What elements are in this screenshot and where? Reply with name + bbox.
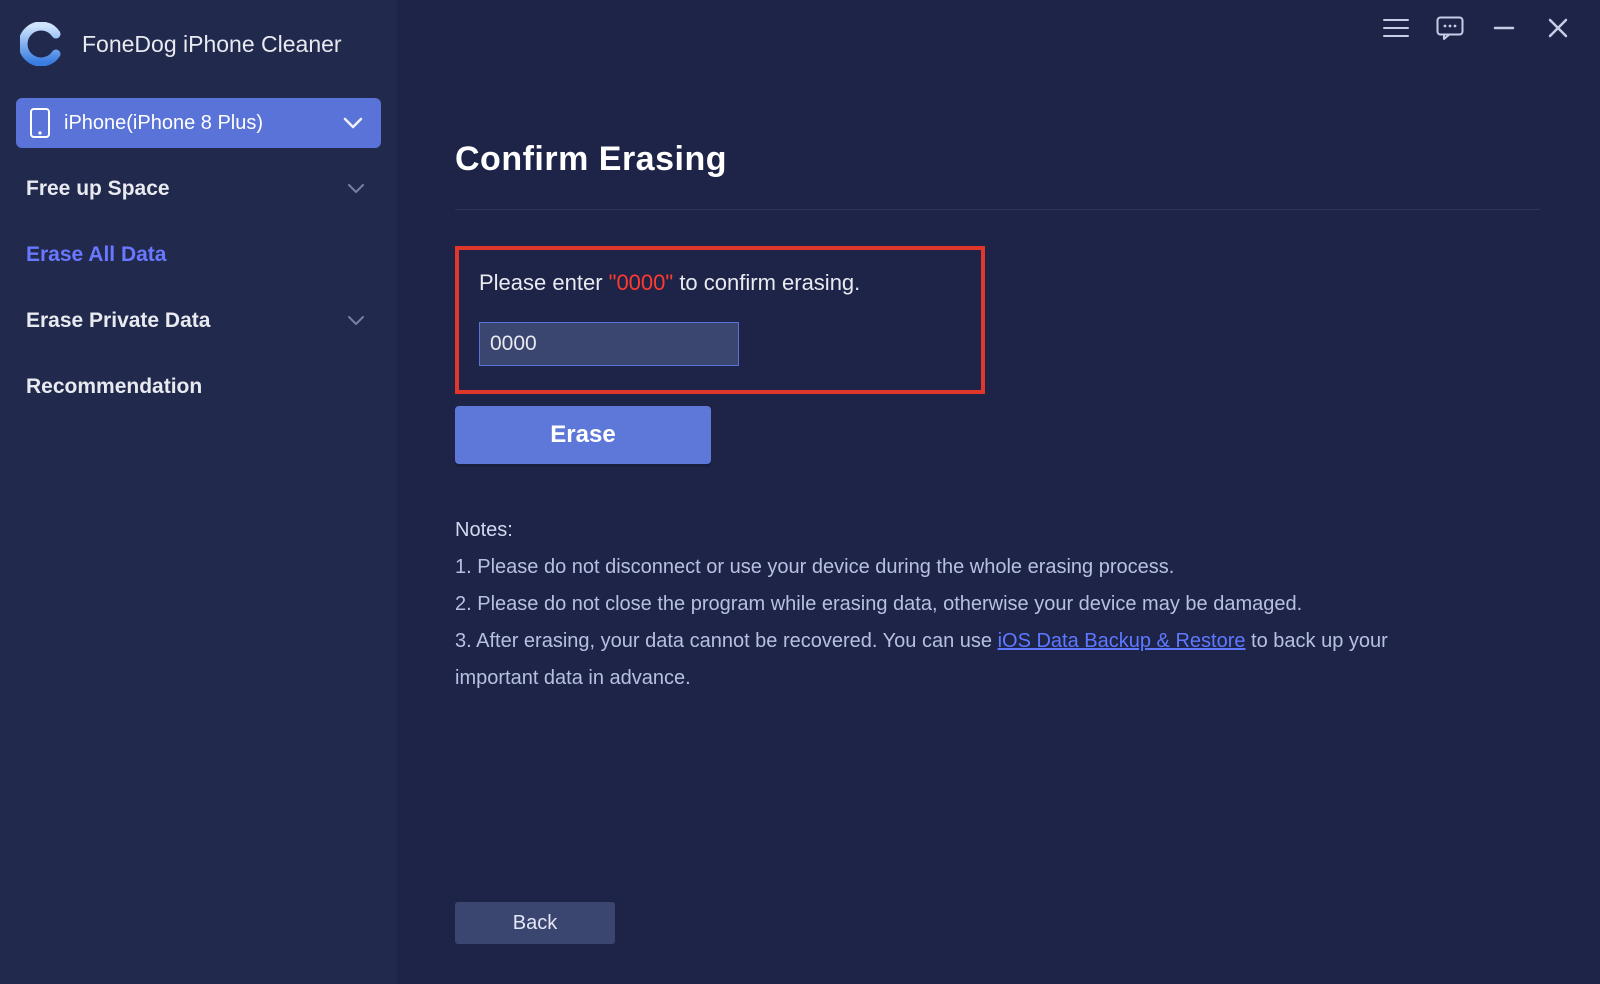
backup-restore-link[interactable]: iOS Data Backup & Restore [998, 630, 1246, 652]
nav-free-up-space[interactable]: Free up Space [0, 156, 397, 222]
back-button[interactable]: Back [455, 902, 615, 944]
nav-label: Erase Private Data [26, 309, 210, 333]
chevron-down-icon [347, 315, 365, 327]
note-3-prefix: 3. After erasing, your data cannot be re… [455, 630, 998, 652]
titlebar [1382, 0, 1600, 56]
erase-button[interactable]: Erase [455, 406, 711, 464]
device-selector[interactable]: iPhone(iPhone 8 Plus) [16, 98, 381, 148]
content: Confirm Erasing Please enter "0000" to c… [455, 140, 1540, 944]
feedback-icon[interactable] [1436, 14, 1464, 42]
nav-label: Recommendation [26, 375, 202, 399]
close-button[interactable] [1544, 14, 1572, 42]
confirm-prefix: Please enter [479, 270, 609, 295]
chevron-down-icon [343, 116, 363, 130]
menu-icon[interactable] [1382, 14, 1410, 42]
nav-erase-all-data[interactable]: Erase All Data [0, 222, 397, 288]
note-2: 2. Please do not close the program while… [455, 586, 1415, 623]
device-name: iPhone(iPhone 8 Plus) [64, 112, 343, 135]
sidebar: FoneDog iPhone Cleaner iPhone(iPhone 8 P… [0, 0, 397, 984]
nav-label: Erase All Data [26, 243, 166, 267]
page-title: Confirm Erasing [455, 140, 1540, 179]
note-1: 1. Please do not disconnect or use your … [455, 549, 1415, 586]
confirm-code: "0000" [609, 270, 674, 295]
phone-icon [30, 108, 50, 138]
nav-recommendation[interactable]: Recommendation [0, 354, 397, 420]
confirm-box: Please enter "0000" to confirm erasing. [455, 246, 985, 394]
main-panel: Confirm Erasing Please enter "0000" to c… [397, 0, 1600, 984]
notes: Notes: 1. Please do not disconnect or us… [455, 512, 1415, 697]
nav-label: Free up Space [26, 177, 170, 201]
minimize-button[interactable] [1490, 14, 1518, 42]
chevron-down-icon [347, 183, 365, 195]
brand: FoneDog iPhone Cleaner [0, 0, 397, 98]
app-title: FoneDog iPhone Cleaner [82, 31, 342, 58]
app-logo-icon [20, 22, 64, 66]
divider [455, 209, 1540, 210]
nav-erase-private-data[interactable]: Erase Private Data [0, 288, 397, 354]
confirm-instruction: Please enter "0000" to confirm erasing. [479, 270, 961, 296]
notes-heading: Notes: [455, 512, 1415, 549]
note-3: 3. After erasing, your data cannot be re… [455, 623, 1415, 697]
confirm-suffix: to confirm erasing. [673, 270, 860, 295]
confirm-code-input[interactable] [479, 322, 739, 366]
